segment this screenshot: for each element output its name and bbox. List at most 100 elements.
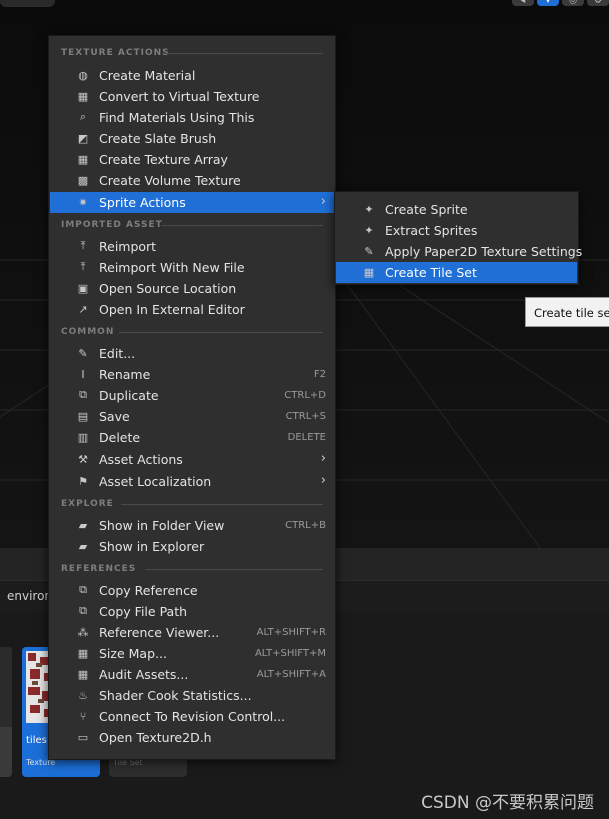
menu-item-open-texture2d-h[interactable]: ▭ Open Texture2D.h [50,727,334,748]
menu-item-label: Sprite Actions [99,195,186,210]
menu-item-label: Reimport With New File [99,260,245,275]
menu-item-show-explorer[interactable]: ▰ Show in Explorer [50,536,334,557]
menu-item-create-volume-texture[interactable]: ▩ Create Volume Texture [50,170,334,191]
menu-item-copy-file-path[interactable]: ⧉ Copy File Path [50,601,334,622]
menu-item-label: Reference Viewer... [99,625,220,640]
copy-icon: ⧉ [79,604,87,617]
section-header-texture-actions: TEXTURE ACTIONS [61,48,170,58]
menu-item-reference-viewer[interactable]: ⁂ Reference Viewer... ALT+SHIFT+R [50,622,334,643]
menu-item-label: Extract Sprites [385,223,478,238]
section-divider [145,569,323,570]
menu-item-reimport-new-file[interactable]: ⤒ Reimport With New File [50,257,334,278]
section-divider [119,332,323,333]
menu-item-label: Open In External Editor [99,302,245,317]
reimport-icon: ⤒ [80,260,86,273]
menu-item-asset-localization[interactable]: ⚑ Asset Localization › [50,471,334,492]
sprite-create-icon: ✦ [364,202,374,216]
menu-item-label: Show in Folder View [99,518,225,533]
menu-item-shader-cook-stats[interactable]: ♨ Shader Cook Statistics... [50,685,334,706]
edit-icon: ✎ [78,346,88,360]
settings-icon[interactable]: ⚙ [587,0,609,6]
shortcut-label: CTRL+S [285,411,326,422]
menu-item-label: Audit Assets... [99,667,189,682]
camera-speed-icon[interactable]: ◂ [512,0,534,6]
menu-item-reimport[interactable]: ⤒ Reimport [50,236,334,257]
menu-item-open-external-editor[interactable]: ↗ Open In External Editor [50,299,334,320]
section-divider [121,504,323,505]
menu-item-edit[interactable]: ✎ Edit... [50,343,334,364]
menu-item-label: Apply Paper2D Texture Settings [385,244,583,259]
chevron-right-icon: › [320,194,326,209]
menu-item-label: Create Sprite [385,202,468,217]
menu-item-label: Convert to Virtual Texture [99,89,260,104]
menu-item-label: Create Texture Array [99,152,228,167]
menu-item-label: Edit... [99,346,136,361]
menu-item-create-slate-brush[interactable]: ◩ Create Slate Brush [50,128,334,149]
menu-item-label: Create Volume Texture [99,173,241,188]
folder-icon: ▰ [78,539,88,553]
folder-icon: ▰ [78,518,88,532]
delete-icon: ▥ [77,430,89,444]
paper2d-settings-icon: ✎ [364,244,374,258]
menu-item-label: Copy Reference [99,583,198,598]
shortcut-label: ALT+SHIFT+M [254,648,326,659]
content-browser-path[interactable]: environ [7,589,52,603]
submenu-item-extract-sprites[interactable]: ✦ Extract Sprites [336,220,577,241]
menu-item-label: Save [99,409,130,424]
snap-icon[interactable]: ▾ [537,0,559,6]
submenu-item-create-sprite[interactable]: ✦ Create Sprite [336,199,577,220]
menu-item-label: Size Map... [99,646,167,661]
asset-context-menu: TEXTURE ACTIONS ◍ Create Material ▦ Conv… [48,35,336,760]
copy-icon: ⧉ [79,583,87,596]
section-header-explore: EXPLORE [61,499,114,509]
menu-item-label: Asset Localization [99,474,212,489]
reimport-icon: ⤒ [80,239,86,252]
section-divider [165,53,323,54]
volume-icon: ▩ [77,173,89,187]
shortcut-label: CTRL+D [284,390,326,401]
asset-name: tiles [26,735,47,746]
menu-item-save[interactable]: ▤ Save CTRL+S [50,406,334,427]
submenu-item-apply-paper2d-settings[interactable]: ✎ Apply Paper2D Texture Settings [336,241,582,262]
menu-item-label: Rename [99,367,151,382]
menu-item-create-material[interactable]: ◍ Create Material [50,65,334,86]
flag-icon: ⚑ [78,474,88,488]
menu-item-label: Show in Explorer [99,539,205,554]
wrench-icon: ⚒ [78,452,88,466]
cpp-file-icon: ▭ [77,730,89,744]
submenu-item-create-tile-set[interactable]: ▦ Create Tile Set [336,262,577,283]
menu-item-connect-revision-control[interactable]: ⑂ Connect To Revision Control... [50,706,334,727]
grid-icon[interactable]: ◎ [562,0,584,6]
menu-item-duplicate[interactable]: ⧉ Duplicate CTRL+D [50,385,334,406]
save-icon: ▤ [77,409,89,423]
menu-item-audit-assets[interactable]: ▦ Audit Assets... ALT+SHIFT+A [50,664,334,685]
menu-item-copy-reference[interactable]: ⧉ Copy Reference [50,580,334,601]
rename-icon: Ι [81,367,85,381]
menu-item-size-map[interactable]: ▦ Size Map... ALT+SHIFT+M [50,643,334,664]
shortcut-label: CTRL+B [285,520,326,531]
brush-icon: ◩ [77,131,89,145]
asset-thumbnail [0,647,12,727]
menu-item-create-texture-array[interactable]: ▦ Create Texture Array [50,149,334,170]
menu-item-delete[interactable]: ▥ Delete DELETE [50,427,334,448]
menu-item-find-materials[interactable]: ⌕ Find Materials Using This [50,107,334,128]
sprite-icon: ✷ [78,195,88,209]
menu-item-asset-actions[interactable]: ⚒ Asset Actions › [50,449,334,470]
viewport-toolbar-pill[interactable] [0,0,55,7]
section-header-imported-asset: IMPORTED ASSET [61,220,163,230]
menu-item-label: Create Material [99,68,196,83]
menu-item-label: Delete [99,430,141,445]
sprite-extract-icon: ✦ [364,223,374,237]
shortcut-label: ALT+SHIFT+A [256,669,326,680]
asset-tile[interactable] [0,647,12,777]
menu-item-open-source-location[interactable]: ▣ Open Source Location [50,278,334,299]
audit-icon: ▦ [77,667,89,681]
menu-item-convert-virtual-texture[interactable]: ▦ Convert to Virtual Texture [50,86,334,107]
menu-item-show-folder-view[interactable]: ▰ Show in Folder View CTRL+B [50,515,334,536]
search-icon: ⌕ [79,110,87,123]
menu-item-label: Copy File Path [99,604,188,619]
menu-item-sprite-actions[interactable]: ✷ Sprite Actions › [50,192,334,213]
menu-item-rename[interactable]: Ι Rename F2 [50,364,334,385]
menu-item-label: Open Source Location [99,281,237,296]
revision-control-icon: ⑂ [79,709,87,723]
